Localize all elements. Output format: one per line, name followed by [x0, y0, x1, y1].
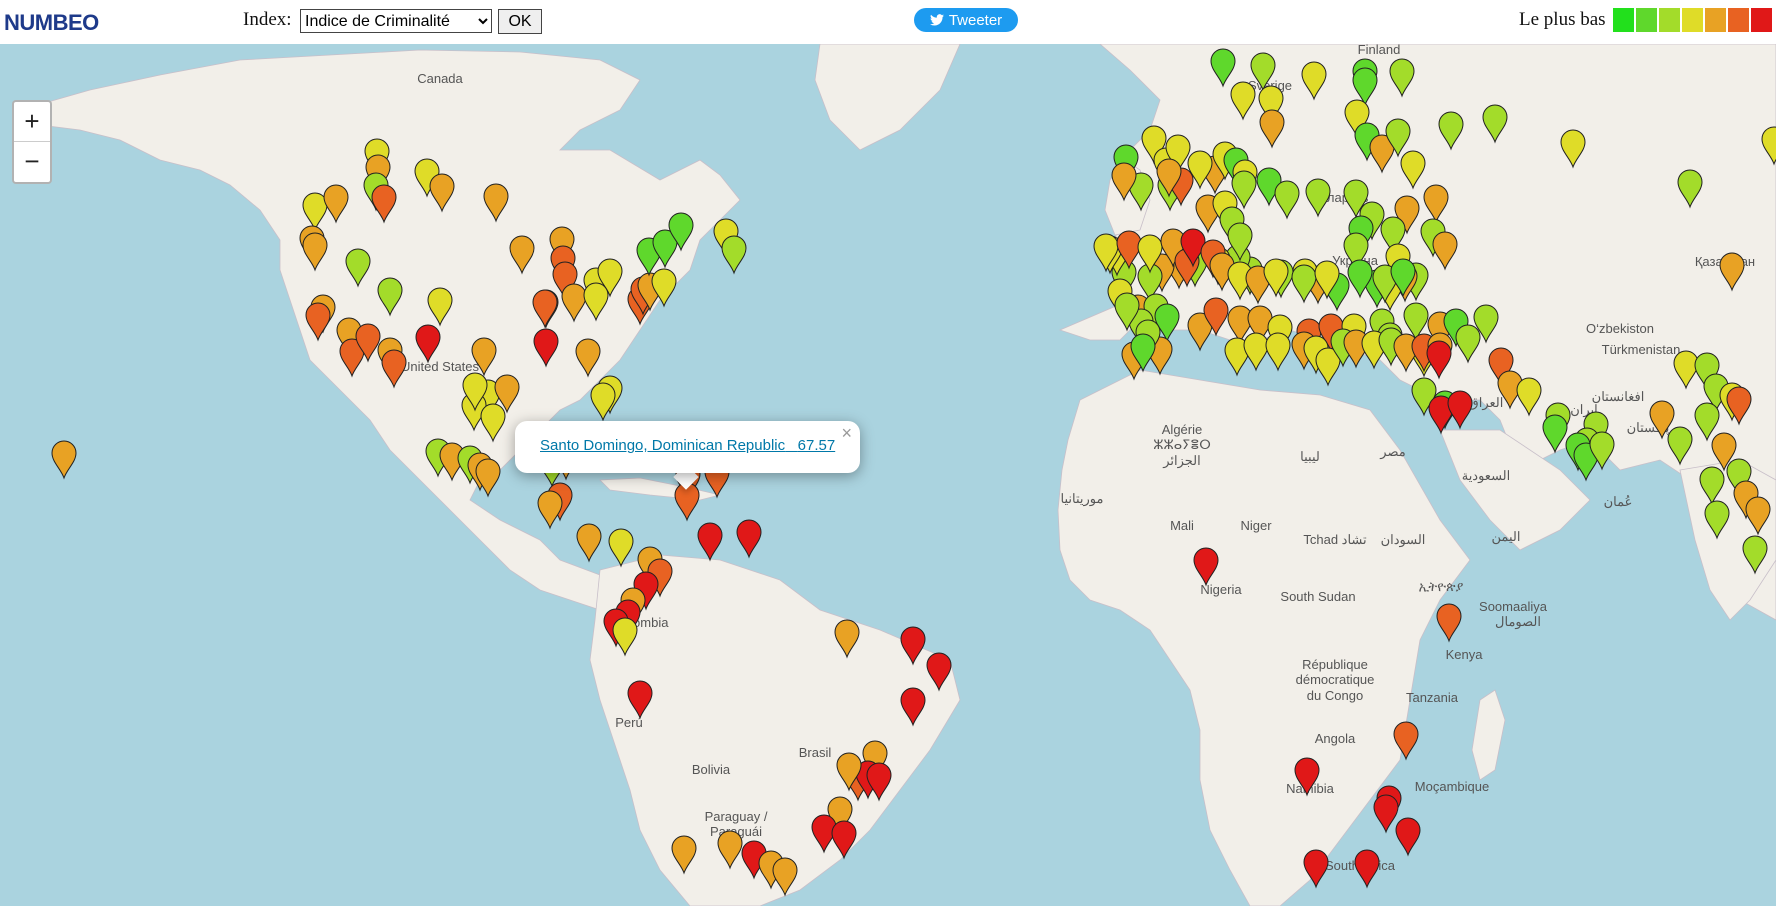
legend-swatch: [1636, 8, 1657, 32]
tweet-button[interactable]: Tweeter: [914, 8, 1018, 32]
map-place-label: افغانستان: [1592, 389, 1645, 404]
map-place-label: الصومال: [1495, 614, 1541, 630]
map-place-label: Tanzania: [1406, 690, 1459, 705]
ok-button[interactable]: OK: [498, 9, 542, 34]
map-place-label: démocratique: [1296, 672, 1375, 687]
legend-swatch: [1659, 8, 1680, 32]
map-place-label: موريتانيا: [1061, 491, 1104, 507]
map-place-label: السودان: [1381, 532, 1426, 548]
map-place-label: Türkmenistan: [1602, 342, 1681, 357]
tweet-label: Tweeter: [948, 11, 1003, 29]
legend-swatch: [1682, 8, 1703, 32]
city-popup: Santo Domingo, Dominican Republic 67.57 …: [515, 421, 860, 473]
map-canvas[interactable]: CanadaUnited StatesColombiaPerúBrasilBol…: [0, 44, 1776, 906]
zoom-control: + −: [12, 100, 52, 184]
map-place-label: اليمن: [1492, 529, 1521, 545]
map-place-label: Bolivia: [692, 762, 731, 777]
popup-close-button[interactable]: ×: [841, 423, 852, 444]
map-place-label: République: [1302, 657, 1368, 672]
map-place-label: Moçambique: [1415, 779, 1489, 794]
legend-swatch: [1751, 8, 1772, 32]
popup-city-value: 67.57: [797, 437, 836, 454]
map-place-label: du Congo: [1307, 688, 1363, 703]
map-place-label: Canada: [417, 71, 463, 86]
popup-city-link[interactable]: Santo Domingo, Dominican Republic 67.57: [540, 437, 835, 454]
popup-city-name: Santo Domingo, Dominican Republic: [540, 437, 786, 454]
map-place-label: Perú: [615, 715, 642, 730]
map-place-label: عُمان: [1604, 494, 1633, 509]
legend-swatches: [1613, 8, 1772, 32]
index-select[interactable]: Indice de Criminalité: [300, 9, 492, 33]
map-place-label: Niger: [1240, 518, 1272, 533]
twitter-bird-icon: [929, 14, 944, 26]
index-label: Index:: [243, 9, 292, 30]
map-place-label: ኢትዮጵያ: [1419, 579, 1464, 594]
map-place-label: Angola: [1315, 731, 1356, 746]
zoom-out-button[interactable]: −: [14, 141, 50, 181]
map-place-label: Mali: [1170, 518, 1194, 533]
map-place-label: Brasil: [799, 745, 832, 760]
map-place-label: ليبيا: [1300, 449, 1320, 464]
map-place-label: United States: [401, 359, 480, 374]
map-place-label: Soomaaliya: [1479, 599, 1548, 614]
map-place-label: O‘zbekiston: [1586, 321, 1654, 336]
map-place-label: Kenya: [1446, 647, 1484, 662]
map-place-label: الجزائر: [1162, 453, 1201, 469]
legend-label: Le plus bas: [1519, 9, 1606, 30]
legend-swatch: [1613, 8, 1634, 32]
map-place-label: Algérie: [1162, 422, 1202, 437]
map-place-label: مصر: [1379, 444, 1405, 460]
legend-swatch: [1705, 8, 1726, 32]
map-place-label: Paraguay /: [705, 809, 768, 824]
map-place-label: Tchad تشاد: [1303, 532, 1367, 547]
map-place-label: ⵣⵣⴰⵢⴻⵔ: [1153, 437, 1211, 452]
numbeo-logo[interactable]: NUMBEO: [4, 10, 99, 36]
world-map[interactable]: Canada United States Colombia Perú Brasil Bol…: [0, 44, 1776, 906]
map-place-label: South Sudan: [1280, 589, 1355, 604]
top-bar: NUMBEO Index: Indice de Criminalité OK T…: [0, 0, 1776, 44]
map-place-label: العراق: [1469, 395, 1504, 411]
legend-swatch: [1728, 8, 1749, 32]
zoom-in-button[interactable]: +: [14, 102, 50, 141]
map-place-label: السعودية: [1462, 468, 1511, 484]
map-place-label: Finland: [1358, 44, 1401, 57]
